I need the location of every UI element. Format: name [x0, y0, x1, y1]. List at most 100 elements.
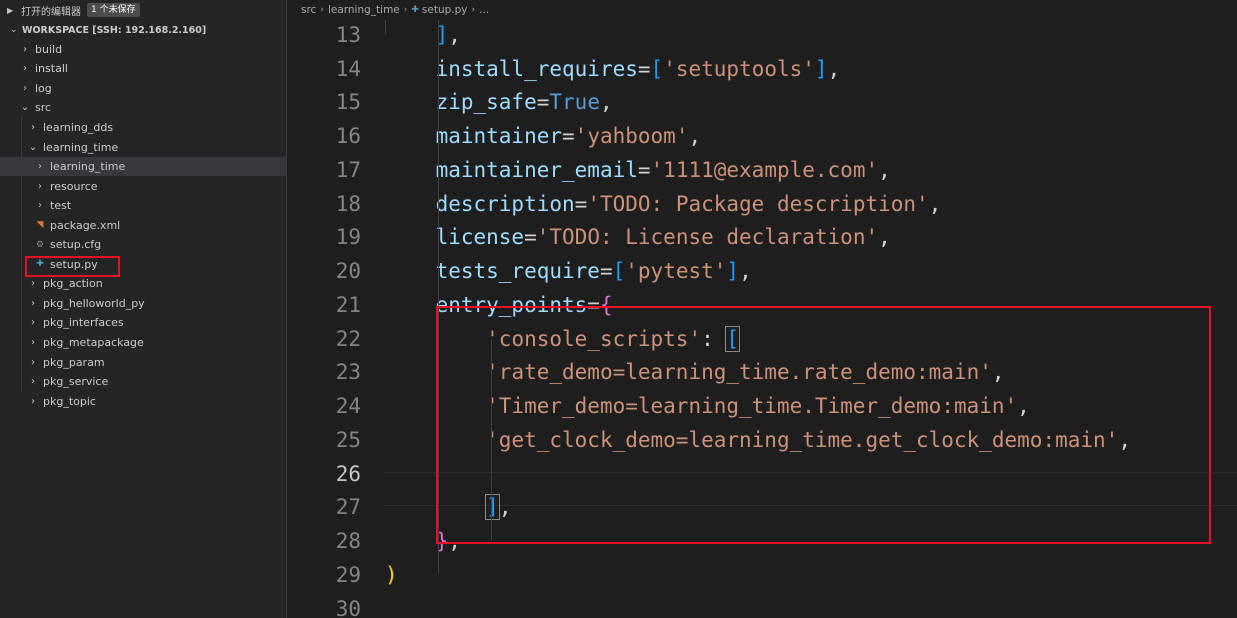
tree-item[interactable]: › install [0, 59, 286, 79]
code-token: True [549, 90, 600, 115]
tree-item[interactable]: ⚙ setup.cfg [0, 235, 286, 255]
breadcrumb: src › learning_time › ✚ setup.py › ... [288, 0, 1237, 20]
code-token: , [739, 259, 752, 283]
line-number: 16 [335, 124, 361, 148]
chevron-right-icon: › [31, 395, 35, 407]
code-text: maintainer='yahboom', [385, 119, 702, 153]
code-line[interactable]: 16 maintainer='yahboom', [288, 119, 1237, 153]
code-token: tests_require [435, 259, 600, 283]
code-token: = [637, 157, 651, 182]
chevron-right-icon: › [23, 43, 27, 55]
code-token: install_requires [435, 56, 638, 81]
unsaved-badge: 1 个未保存 [87, 3, 140, 17]
line-number: 28 [335, 529, 361, 553]
code-line[interactable]: 15 zip_safe=True, [288, 85, 1237, 119]
tree-item[interactable]: › learning_dds [0, 118, 286, 138]
tree-item-label: pkg_metapackage [43, 336, 144, 349]
chevron-right-icon: › [23, 82, 27, 94]
tree-item[interactable]: › log [0, 79, 286, 99]
tree-item[interactable]: › pkg_param [0, 352, 286, 372]
tree-item[interactable]: ⌄ learning_time [0, 137, 286, 157]
tree-item-label: pkg_topic [43, 394, 96, 408]
code-token: 'yahboom' [574, 124, 689, 148]
breadcrumb-item-more[interactable]: ... [479, 4, 489, 16]
sidebar-divider[interactable] [286, 0, 287, 618]
code-line[interactable]: 29) [288, 558, 1237, 592]
code-token: zip_safe [435, 90, 537, 115]
code-token: = [562, 124, 575, 148]
chevron-down-icon: ⌄ [20, 102, 30, 114]
breadcrumb-item-setup-py[interactable]: setup.py [422, 4, 468, 16]
open-editors-header[interactable]: ▶ 打开的编辑器 1 个未保存 [0, 0, 286, 20]
code-text: ], [385, 18, 461, 52]
code-token: , [878, 225, 891, 250]
code-line[interactable]: 17 maintainer_email='1111@example.com', [288, 153, 1237, 187]
line-number: 20 [335, 259, 361, 283]
code-token: ) [385, 562, 398, 587]
tree-item[interactable]: › learning_time [0, 156, 286, 177]
tree-item[interactable]: › pkg_metapackage [0, 333, 286, 353]
chevron-right-icon: › [31, 376, 35, 388]
tree-item[interactable]: › pkg_action [0, 274, 286, 294]
tree-item[interactable]: ◥ package.xml [0, 215, 286, 235]
code-token: ] [814, 56, 828, 81]
tree-item-label: resource [50, 179, 98, 193]
code-token: = [637, 56, 651, 81]
tree-item[interactable]: › build [0, 40, 286, 60]
code-text: license='TODO: License declaration', [385, 220, 891, 254]
tree-item-label: test [50, 199, 72, 213]
chevron-right-icon: › [38, 200, 42, 212]
breadcrumb-item-learning-time[interactable]: learning_time [328, 4, 400, 16]
tree-item[interactable]: › pkg_service [0, 372, 286, 392]
annotation-box-entry-points [436, 306, 1211, 544]
chevron-right-icon: › [38, 161, 42, 173]
code-editor[interactable]: 12 ('share/' + package_name, ['package.x… [288, 0, 1237, 618]
code-text: tests_require=['pytest'], [385, 254, 752, 288]
code-text: description='TODO: Package description', [385, 187, 942, 221]
code-line[interactable]: 14 install_requires=['setuptools'], [288, 52, 1237, 86]
code-text: zip_safe=True, [385, 85, 613, 119]
code-line[interactable]: 30 [288, 592, 1237, 618]
line-number: 27 [335, 495, 361, 520]
code-text: maintainer_email='1111@example.com', [385, 153, 891, 187]
code-text: ) [385, 558, 398, 592]
code-line[interactable]: 19 license='TODO: License declaration', [288, 220, 1237, 254]
tree-item[interactable]: › resource [0, 176, 286, 196]
line-number: 19 [335, 225, 361, 250]
tree-item[interactable]: ⌄ src [0, 98, 286, 118]
code-token: , [688, 124, 702, 148]
chevron-right-icon: › [23, 63, 27, 75]
tree-item[interactable]: › pkg_interfaces [0, 313, 286, 333]
tree-item[interactable]: › test [0, 196, 286, 216]
code-line[interactable]: 20 tests_require=['pytest'], [288, 254, 1237, 288]
breadcrumb-item-src[interactable]: src [301, 4, 316, 16]
breadcrumb-separator: › [471, 5, 476, 15]
tree-item[interactable]: › pkg_helloworld_py [0, 294, 286, 314]
code-token: 'pytest' [625, 259, 727, 283]
code-token: ] [726, 259, 740, 283]
line-number: 26 [335, 461, 361, 486]
code-token: description [435, 191, 575, 216]
line-number: 29 [335, 562, 361, 587]
line-number: 30 [335, 596, 361, 618]
line-number: 23 [335, 360, 361, 385]
open-editors-label: 打开的编辑器 [21, 6, 81, 18]
tree-item-label: build [35, 42, 63, 56]
line-number: 15 [335, 90, 361, 115]
code-line[interactable]: 13 ], [288, 18, 1237, 52]
line-number: 25 [335, 427, 361, 452]
code-token: license [435, 225, 525, 250]
code-token: maintainer_email [435, 157, 638, 182]
code-line[interactable]: 18 description='TODO: Package descriptio… [288, 187, 1237, 221]
tree-item-label: src [35, 101, 52, 115]
tree-indent-guide [21, 117, 22, 392]
tree-item[interactable]: › pkg_topic [0, 391, 286, 411]
workspace-header[interactable]: ⌄ WORKSPACE [SSH: 192.168.2.160] [0, 20, 286, 40]
code-token: , [448, 22, 461, 47]
